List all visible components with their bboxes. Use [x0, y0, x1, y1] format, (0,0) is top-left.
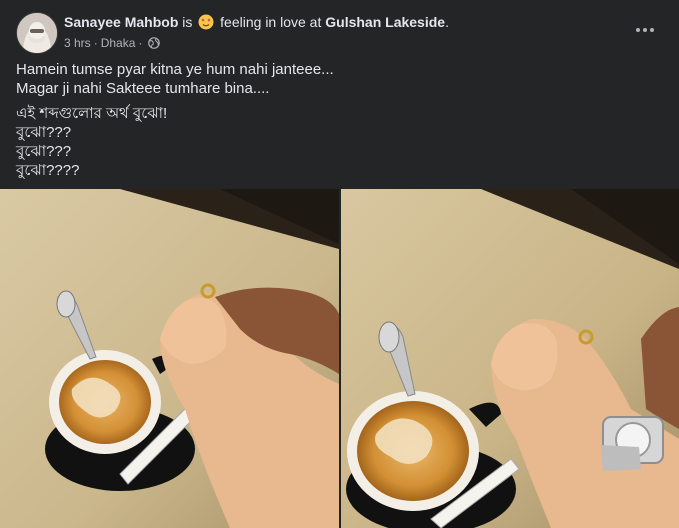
author-name[interactable]: Sanayee Mahbob — [64, 14, 178, 30]
is-text: is — [182, 14, 193, 30]
post-header: Sanayee Mahbob is feeling in love at Gul… — [16, 12, 663, 54]
more-options-icon[interactable] — [627, 18, 663, 42]
post-location[interactable]: Dhaka — [101, 36, 136, 50]
photo-1[interactable] — [0, 189, 339, 528]
separator-dot-2: · — [138, 36, 143, 50]
post-card: Sanayee Mahbob is feeling in love at Gul… — [0, 0, 679, 528]
globe-icon[interactable] — [148, 37, 161, 49]
photo-2[interactable] — [341, 189, 679, 528]
in-love-emoji-icon — [198, 14, 214, 30]
post-time[interactable]: 3 hrs — [64, 36, 91, 50]
separator-dot: · — [93, 36, 98, 50]
period-text: . — [445, 14, 449, 30]
avatar[interactable] — [16, 12, 58, 54]
post-line-2: Magar ji nahi Sakteee tumhare bina.... — [16, 80, 270, 97]
post-line-3: এই শব্দগুলোর অর্থ বুঝো! — [16, 105, 168, 122]
place-link[interactable]: Gulshan Lakeside — [325, 14, 445, 30]
post-photos — [0, 189, 679, 528]
post-text: Hamein tumse pyar kitna ye hum nahi jant… — [16, 60, 334, 180]
post-line-6: বুঝো???? — [16, 162, 80, 179]
post-line-5: বুঝো??? — [16, 143, 72, 160]
feeling-text: feeling in love at — [220, 14, 322, 30]
post-line-1: Hamein tumse pyar kitna ye hum nahi jant… — [16, 61, 334, 78]
post-line-4: বুঝো??? — [16, 124, 72, 141]
